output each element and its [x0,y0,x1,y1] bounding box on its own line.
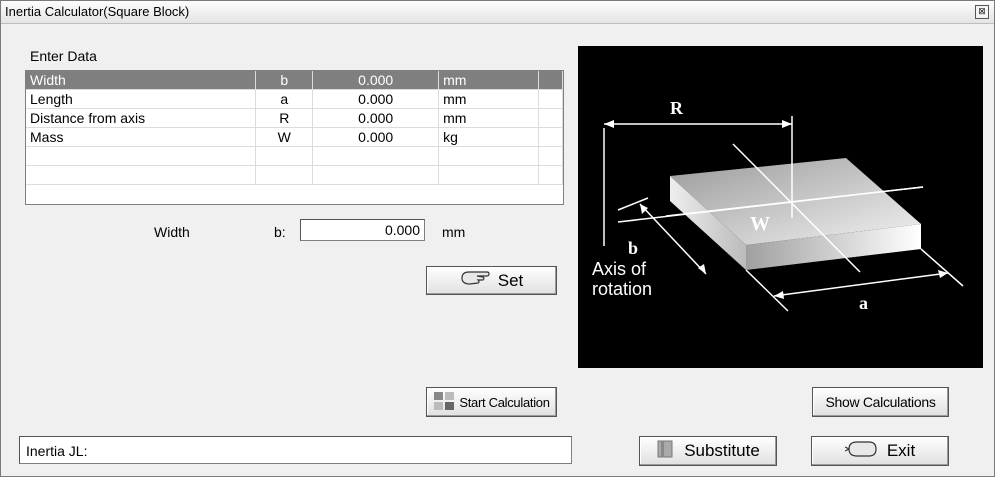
editor-symbol: b: [274,224,286,240]
table-row[interactable]: Width b 0.000 mm [26,71,563,90]
grid-cell-unit[interactable]: mm [438,108,539,128]
title-bar: Inertia Calculator(Square Block) ⊠ [1,1,994,24]
pointing-hand-icon [460,269,490,292]
table-row[interactable] [26,165,563,185]
grid-cell-value[interactable]: 0.000 [312,71,440,90]
pointing-hand-icon [844,440,879,463]
grid-cell-symbol[interactable]: R [255,108,314,128]
start-calculation-label: Start Calculation [459,394,550,410]
table-row[interactable]: Distance from axis R 0.000 mm [26,108,563,128]
block-diagram-panel: R W b a Axis of rotation [578,46,983,368]
grid-cell-empty[interactable] [538,71,563,90]
w-label: W [750,213,770,235]
grid-cell-unit[interactable]: mm [438,71,539,90]
exit-button[interactable]: Exit [811,436,949,466]
grid-cell-symbol[interactable]: W [255,127,314,147]
grid-cell-empty[interactable] [538,89,563,109]
inertia-label: Inertia JL: [26,443,88,459]
square-block-diagram: R W b a Axis of rotation [592,98,964,313]
grid-cell-symbol[interactable] [255,146,314,166]
value-input[interactable] [300,219,425,241]
grid-cell-unit[interactable]: mm [438,89,539,109]
grid-cell-name[interactable]: Distance from axis [26,108,257,128]
grid-cell-name[interactable] [26,146,257,166]
grid-cell-empty[interactable] [538,165,563,185]
grid-cell-name[interactable] [26,165,257,185]
set-button-label: Set [497,270,524,290]
grid-cell-empty[interactable] [538,108,563,128]
axis-label-line1: Axis of [592,259,647,279]
editor-unit: mm [442,224,466,240]
grid-cell-unit[interactable] [438,165,539,185]
enter-data-label: Enter Data [30,48,97,64]
grid-cell-value[interactable]: 0.000 [312,89,440,109]
r-label: R [670,98,684,118]
show-calculations-button[interactable]: Show Calculations [812,387,949,417]
grid-cell-unit[interactable] [438,146,539,166]
b-label: b [628,238,638,258]
grid-cell-value[interactable] [312,165,440,185]
grid-cell-name[interactable]: Length [26,89,257,109]
inertia-calculator-window: Inertia Calculator(Square Block) ⊠ Enter… [0,0,995,477]
a-label: a [859,293,868,313]
editor-field-name: Width [154,224,190,240]
grid-cell-symbol[interactable] [255,165,314,185]
window-title: Inertia Calculator(Square Block) [5,4,190,19]
axis-label-line2: rotation [592,279,652,299]
show-calculations-label: Show Calculations [825,394,936,410]
grid-cell-name[interactable]: Width [26,71,257,90]
close-button[interactable]: ⊠ [975,5,989,19]
grid-cell-value[interactable]: 0.000 [312,108,440,128]
data-table: Width b 0.000 mm Length a 0.000 mm Distance from… [26,71,563,185]
grid-cell-value[interactable] [312,146,440,166]
inertia-result-field: Inertia JL: [19,436,572,464]
start-calculation-button[interactable]: Start Calculation [426,387,557,417]
calculator-grid-icon [433,391,455,414]
grid-cell-empty[interactable] [538,127,563,147]
table-row[interactable]: Mass W 0.000 kg [26,127,563,147]
grid-cell-unit[interactable]: kg [438,127,539,147]
table-row[interactable] [26,146,563,166]
grid-cell-name[interactable]: Mass [26,127,257,147]
grid-cell-value[interactable]: 0.000 [312,127,440,147]
table-row[interactable]: Length a 0.000 mm [26,89,563,109]
grid-cell-symbol[interactable]: a [255,89,314,109]
substitute-icon [656,439,676,464]
set-button[interactable]: Set [426,266,557,295]
data-grid[interactable]: Width b 0.000 mm Length a 0.000 mm Distance from… [25,70,564,205]
exit-label: Exit [886,441,916,460]
substitute-label: Substitute [684,441,760,460]
grid-cell-empty[interactable] [538,146,563,166]
substitute-button[interactable]: Substitute [639,436,777,466]
grid-cell-symbol[interactable]: b [255,71,314,90]
